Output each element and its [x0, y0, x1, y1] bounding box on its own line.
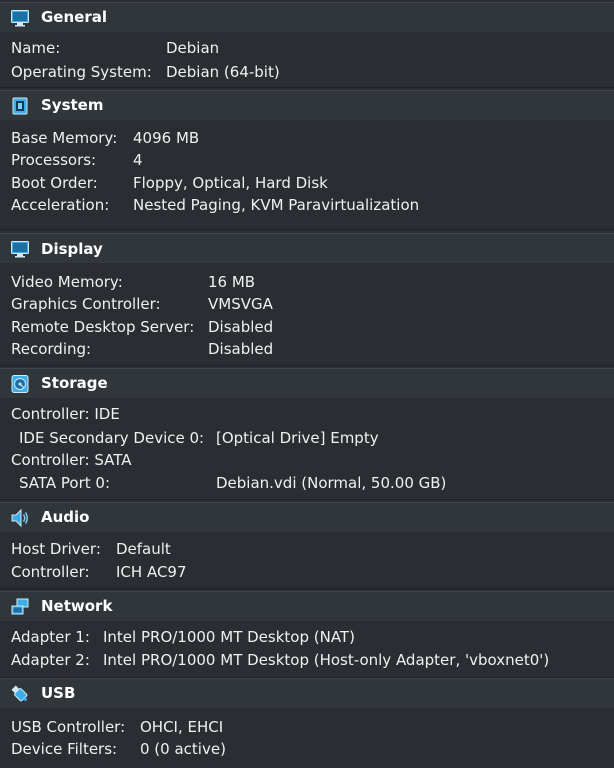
- row-value: [Optical Drive] Empty: [216, 429, 379, 447]
- row-label: Adapter 2:: [11, 651, 90, 669]
- audio-header[interactable]: Audio: [0, 502, 614, 532]
- row-label: Processors:: [11, 151, 97, 169]
- display-title: Display: [41, 240, 103, 258]
- row-value: Debian.vdi (Normal, 50.00 GB): [216, 474, 447, 492]
- row-value: ICH AC97: [116, 563, 187, 581]
- row-value: Nested Paging, KVM Paravirtualization: [133, 196, 420, 214]
- row-label: Remote Desktop Server:: [11, 318, 195, 336]
- row-value: Debian: [166, 39, 220, 57]
- row-value: 4: [133, 151, 143, 169]
- row-value: Disabled: [208, 340, 274, 358]
- network-header[interactable]: Network: [0, 591, 614, 621]
- usb-section: USB USB Controller: OHCI, EHCI Device Fi…: [0, 678, 614, 768]
- row-value: Disabled: [208, 318, 274, 336]
- system-title: System: [41, 96, 104, 114]
- row-value: Floppy, Optical, Hard Disk: [133, 174, 328, 192]
- display-icon: [10, 239, 30, 259]
- row-label: Boot Order:: [11, 174, 98, 192]
- network-section: Network Adapter 1: Intel PRO/1000 MT Des…: [0, 589, 614, 678]
- general-section: General Name: Debian Operating System: D…: [0, 0, 614, 88]
- display-section: Display Video Memory: 16 MB Graphics Con…: [0, 230, 614, 366]
- network-icon: [10, 597, 30, 617]
- chip-icon: [10, 96, 30, 116]
- network-title: Network: [41, 597, 113, 615]
- row-label: SATA Port 0:: [19, 474, 111, 492]
- row-label: Acceleration:: [11, 196, 110, 214]
- system-header[interactable]: System: [0, 90, 614, 120]
- storage-header[interactable]: Storage: [0, 368, 614, 398]
- row-value: 4096 MB: [133, 129, 200, 147]
- row-value: 16 MB: [208, 273, 256, 291]
- row-label: Name:: [11, 39, 61, 57]
- storage-title: Storage: [41, 374, 108, 392]
- row-label: Controller: IDE: [11, 405, 120, 423]
- display-header[interactable]: Display: [0, 233, 614, 263]
- row-label: Device Filters:: [11, 740, 118, 758]
- usb-header[interactable]: USB: [0, 678, 614, 708]
- row-value: Default: [116, 540, 171, 558]
- row-label: Operating System:: [11, 63, 152, 81]
- disk-icon: [10, 374, 30, 394]
- row-label: Base Memory:: [11, 129, 118, 147]
- audio-title: Audio: [41, 508, 90, 526]
- system-section: System Base Memory: 4096 MB Processors: …: [0, 88, 614, 230]
- row-label: USB Controller:: [11, 718, 126, 736]
- speaker-icon: [10, 508, 30, 528]
- row-label: Host Driver:: [11, 540, 101, 558]
- general-title: General: [41, 8, 107, 26]
- row-label: Graphics Controller:: [11, 295, 161, 313]
- row-label: Controller: SATA: [11, 451, 132, 469]
- row-value: OHCI, EHCI: [140, 718, 224, 736]
- row-value: Debian (64-bit): [166, 63, 280, 81]
- usb-icon: [10, 684, 30, 704]
- row-label: Video Memory:: [11, 273, 123, 291]
- audio-section: Audio Host Driver: Default Controller: I…: [0, 500, 614, 589]
- row-value: Intel PRO/1000 MT Desktop (Host-only Ada…: [103, 651, 550, 669]
- monitor-icon: [10, 8, 30, 28]
- row-value: VMSVGA: [208, 295, 273, 313]
- row-label: Recording:: [11, 340, 92, 358]
- row-label: Adapter 1:: [11, 628, 90, 646]
- row-value: Intel PRO/1000 MT Desktop (NAT): [103, 628, 355, 646]
- row-label: IDE Secondary Device 0:: [19, 429, 205, 447]
- storage-section: Storage Controller: IDE IDE Secondary De…: [0, 366, 614, 500]
- usb-title: USB: [41, 684, 76, 702]
- general-header[interactable]: General: [0, 2, 614, 32]
- row-value: 0 (0 active): [140, 740, 226, 758]
- row-label: Controller:: [11, 563, 90, 581]
